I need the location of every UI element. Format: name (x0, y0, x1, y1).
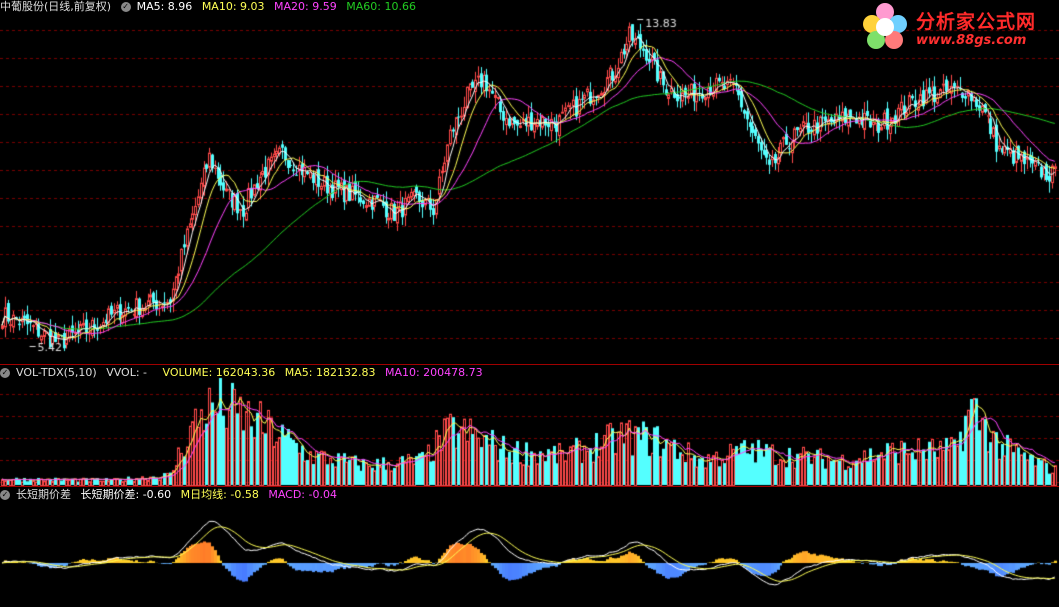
ma20-label: MA20: 9.59 (274, 0, 337, 13)
logo-url: www.88gs.com (916, 33, 1027, 48)
settings-icon[interactable]: ✓ (0, 368, 10, 378)
vol-indicator-name[interactable]: VOL-TDX(5,10) (16, 366, 97, 379)
logo-title: 分析家公式网 (916, 11, 1037, 33)
vvol-label: VVOL: - (106, 366, 148, 379)
flower-logo-icon (863, 3, 907, 49)
ma60-label: MA60: 10.66 (346, 0, 416, 13)
volume-panel-header: ✓ VOL-TDX(5,10) VVOL: - VOLUME: 162043.36… (0, 366, 489, 380)
panel-divider-top (0, 364, 1059, 365)
dea-label: M日均线: -0.58 (180, 488, 259, 501)
price-panel-header: 中葡股份(日线,前复权) ✓ MA5: 8.96 MA10: 9.03 MA20:… (0, 0, 422, 14)
period-label[interactable]: (日线,前复权) (44, 0, 111, 13)
macd-indicator-name[interactable]: 长短期价差 (16, 488, 71, 501)
stock-chart-canvas (0, 0, 1059, 607)
vol-ma5-label: MA5: 182132.83 (284, 366, 376, 379)
settings-icon[interactable]: ✓ (120, 2, 131, 12)
panel-divider-bottom (0, 486, 1059, 487)
site-logo: 分析家公式网 www.88gs.com (858, 2, 1058, 54)
vol-ma10-label: MA10: 200478.73 (384, 366, 483, 379)
stock-name[interactable]: 中葡股份 (0, 0, 44, 13)
diff-label: 长短期价差: -0.60 (80, 488, 172, 501)
ma10-label: MA10: 9.03 (201, 0, 265, 13)
macd-panel-header: ✓ 长短期价差 长短期价差: -0.60 M日均线: -0.58 MACD: -0… (0, 488, 343, 502)
volume-label: VOLUME: 162043.36 (162, 366, 276, 379)
settings-icon[interactable]: ✓ (0, 490, 10, 500)
macd-label: MACD: -0.04 (268, 488, 337, 501)
ma5-label: MA5: 8.96 (136, 0, 193, 13)
